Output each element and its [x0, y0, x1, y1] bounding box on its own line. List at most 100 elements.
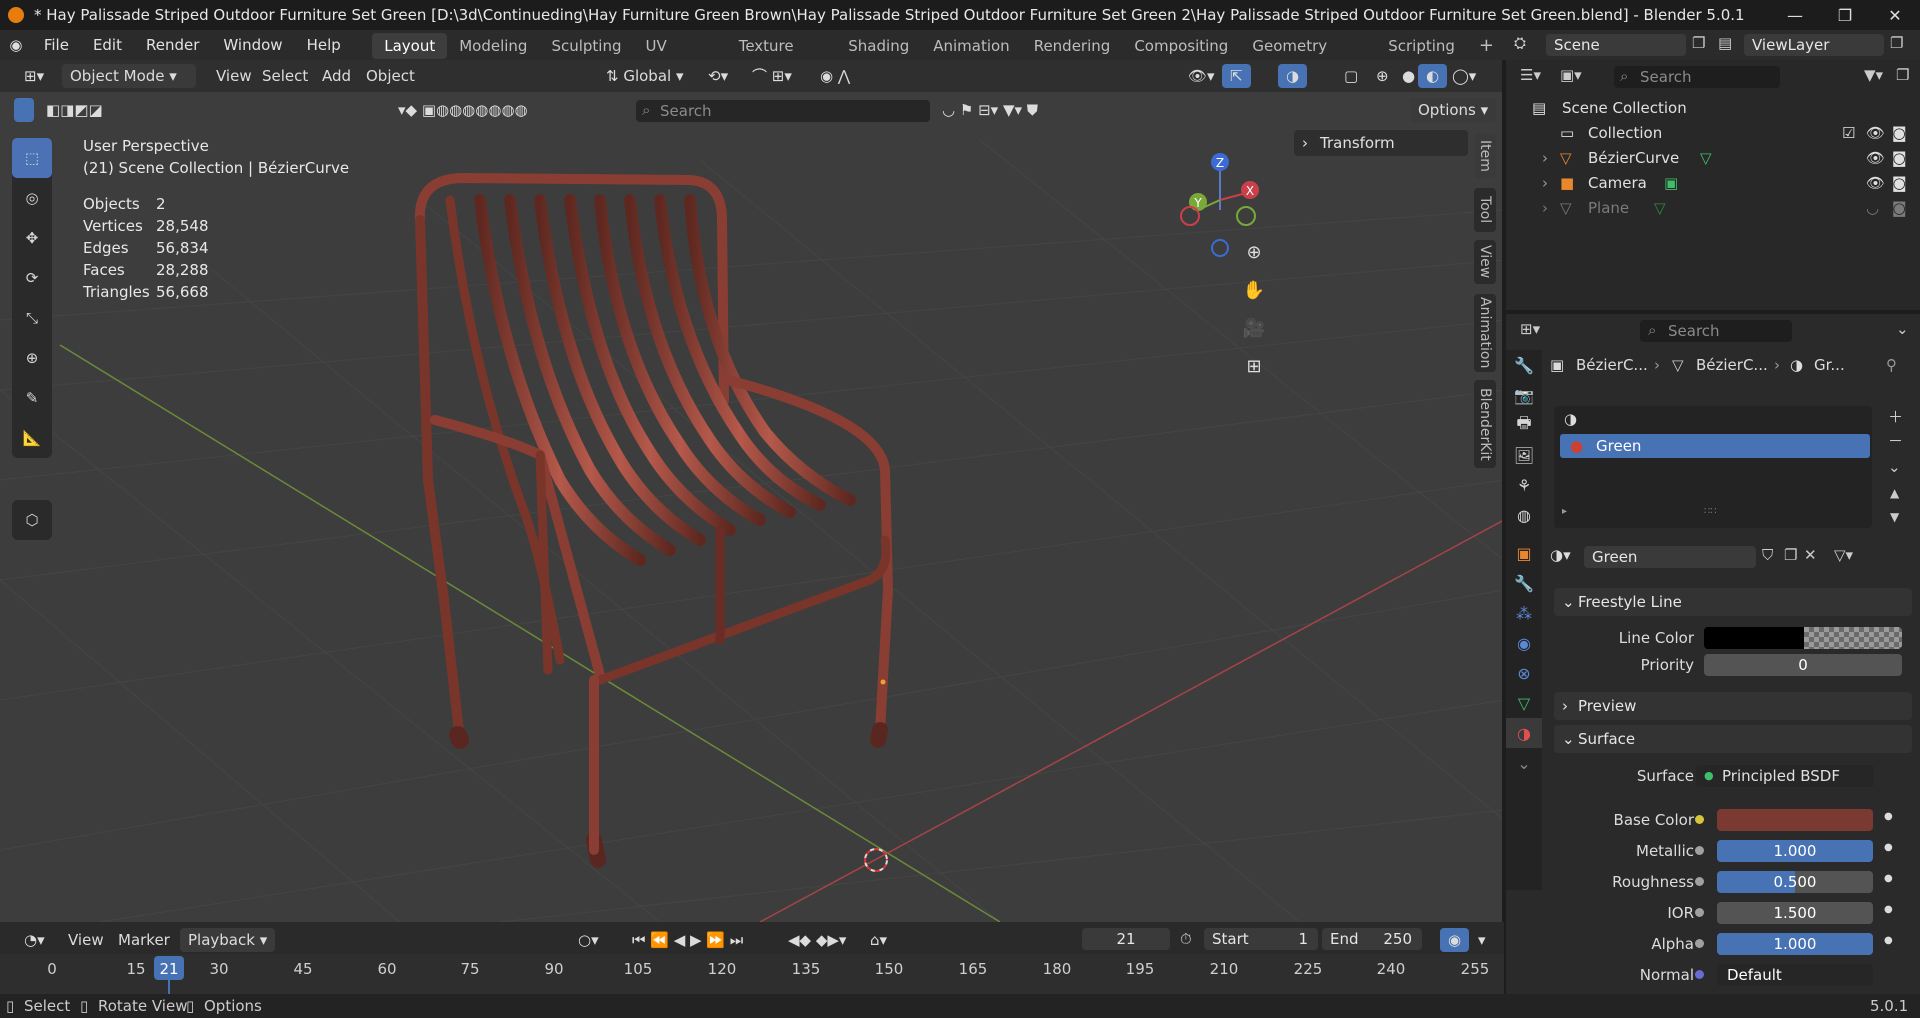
view-layer-icon[interactable]: ▤ [1718, 34, 1732, 52]
overlay-toggle-icon[interactable]: ◑ [1278, 64, 1308, 88]
menu-window[interactable]: Window [211, 30, 294, 60]
chevron-right-icon[interactable]: › [1542, 171, 1548, 196]
camera-view-icon[interactable]: 🎥 [1238, 312, 1270, 344]
xray-icon[interactable]: ▢ [1336, 64, 1366, 88]
playback-controls-icons[interactable]: ⏮ ⏪ ◀ ▶ ⏩ ⏭ [624, 928, 751, 952]
3d-viewport[interactable]: ⊞▾ Object Mode ▾ View Select Add Object … [0, 60, 1504, 922]
tab-tool[interactable]: Tool [1474, 188, 1496, 232]
chevron-right-icon[interactable]: › [1542, 146, 1548, 171]
tab-modeling[interactable]: Modeling [447, 33, 539, 59]
base-color-swatch[interactable] [1717, 809, 1873, 831]
eye-hidden-icon[interactable]: ◡ [1866, 196, 1879, 221]
float-socket-icon[interactable] [1695, 846, 1704, 855]
outliner-row-scene-collection[interactable]: ▤ Scene Collection [1506, 96, 1920, 121]
fake-user-shield-icon[interactable]: ⛉ [1762, 546, 1773, 564]
playback-dropdown[interactable]: Playback ▾ [180, 928, 276, 952]
particles-tab-icon[interactable]: ⁂ [1506, 598, 1542, 628]
select-box-icon[interactable] [14, 98, 34, 122]
eye-icon[interactable]: 👁 [1866, 146, 1885, 171]
view-layer-tab-icon[interactable]: 🖼 [1506, 440, 1542, 470]
maximize-button[interactable]: ❐ [1820, 0, 1870, 30]
chevron-down-icon[interactable]: ▾ [1470, 928, 1494, 952]
outliner-search-input[interactable]: Search [1614, 66, 1780, 88]
scene-icon[interactable]: ⛭ [1514, 34, 1526, 52]
data-tab-icon[interactable]: ▽ [1506, 688, 1542, 718]
line-color-swatch[interactable] [1704, 627, 1804, 649]
keying-set-icon[interactable]: ⌂▾ [862, 928, 895, 952]
keyframe-dot-icon[interactable]: ● [1884, 873, 1893, 884]
view-lock-icon[interactable]: ◉ [1440, 928, 1470, 952]
keyframe-dot-icon[interactable]: ● [1884, 842, 1893, 853]
tab-texture-paint[interactable]: Texture Paint [727, 33, 837, 81]
more-tabs-chevron-icon[interactable]: ⌄ [1506, 748, 1542, 778]
blender-menu-icon[interactable]: ◉ [0, 36, 32, 54]
tool-settings-icon[interactable]: 🔧 [1506, 350, 1542, 380]
eye-icon[interactable]: 👁 [1866, 171, 1885, 196]
view-layer-field[interactable]: ViewLayer [1744, 34, 1884, 56]
material-tab-icon[interactable]: ◑ [1506, 718, 1542, 748]
tab-geometry-nodes[interactable]: Geometry Nodes [1240, 33, 1376, 81]
tab-rendering[interactable]: Rendering [1022, 33, 1123, 59]
zoom-icon[interactable]: ⊕ [1238, 236, 1270, 268]
move-up-icon[interactable]: ▲ [1890, 486, 1899, 500]
clock-icon[interactable]: ⏱ [1180, 930, 1192, 948]
remove-slot-icon[interactable]: － [1888, 430, 1903, 451]
tab-animation[interactable]: Animation [921, 33, 1021, 59]
move-tool-icon[interactable]: ✥ [12, 218, 52, 258]
options-dropdown[interactable]: Options ▾ [1410, 98, 1497, 122]
object-tab-icon[interactable]: ▣ [1506, 538, 1542, 568]
select-menu[interactable]: Select [254, 64, 316, 88]
properties-search-input[interactable]: Search [1640, 320, 1792, 342]
camera-render-icon[interactable]: ◙ [1892, 196, 1907, 221]
scene-field[interactable]: Scene [1546, 34, 1686, 56]
add-slot-icon[interactable]: ＋ [1888, 406, 1903, 427]
keyframe-dot-icon[interactable]: ● [1884, 935, 1893, 946]
proportional-edit-icon[interactable]: ◉ ⋀ [812, 64, 858, 88]
tab-scripting[interactable]: Scripting [1376, 33, 1467, 59]
timeline-view-menu[interactable]: View [60, 928, 112, 952]
tab-layout[interactable]: Layout [372, 33, 448, 59]
end-frame-field[interactable]: End 250 [1322, 928, 1422, 950]
tab-uv-editing[interactable]: UV Editing [634, 33, 727, 81]
browse-material-icon[interactable]: ◑▾ [1550, 546, 1571, 564]
menu-help[interactable]: Help [295, 30, 353, 60]
keyframe-nav-icons[interactable]: ◀◆ ◆▶▾ [780, 928, 854, 952]
slot-menu-icon[interactable]: ⌄ [1888, 458, 1901, 476]
measure-tool-icon[interactable]: 📐 [12, 418, 52, 458]
menu-file[interactable]: File [32, 30, 81, 60]
float-socket-icon[interactable] [1695, 877, 1704, 886]
roughness-slider[interactable]: 0.500 [1717, 871, 1873, 893]
properties-type-icon[interactable]: ⊞▾ [1520, 320, 1540, 338]
color-socket-icon[interactable] [1695, 815, 1704, 824]
surface-shader-field[interactable]: ● Principled BSDF [1696, 765, 1874, 787]
outliner-row-collection[interactable]: ▭ Collection ☑ 👁 ◙ [1506, 121, 1920, 146]
add-menu[interactable]: Add [314, 64, 359, 88]
outliner-row-plane[interactable]: › ▽ Plane ▽ ◡ ◙ [1506, 196, 1920, 221]
eye-icon[interactable]: 👁 [1866, 121, 1885, 146]
constraints-tab-icon[interactable]: ⊗ [1506, 658, 1542, 688]
cursor-tool-icon[interactable]: ◎ [12, 178, 52, 218]
close-button[interactable]: ✕ [1870, 0, 1920, 30]
float-socket-icon[interactable] [1695, 939, 1704, 948]
material-slot-item[interactable]: ● Green [1560, 434, 1870, 458]
view-menu[interactable]: View [208, 64, 260, 88]
annotate-tool-icon[interactable]: ✎ [12, 378, 52, 418]
outliner-type-icon[interactable]: ☰▾ [1520, 66, 1541, 84]
chevron-right-icon[interactable]: › [1542, 196, 1548, 221]
line-alpha-swatch[interactable] [1804, 627, 1902, 649]
scale-tool-icon[interactable]: ⤡ [12, 298, 52, 338]
new-collection-icon[interactable]: ❐ [1896, 66, 1909, 84]
current-frame-field[interactable]: 21 [1082, 928, 1170, 950]
add-workspace-button[interactable]: + [1467, 33, 1506, 59]
outliner-row-beziercurve[interactable]: › ▽ BézierCurve ▽ 👁 ◙ [1506, 146, 1920, 171]
priority-field[interactable]: 0 [1704, 654, 1902, 676]
keyframe-dot-icon[interactable]: ● [1884, 904, 1893, 915]
tab-shading[interactable]: Shading [836, 33, 921, 59]
tab-sculpting[interactable]: Sculpting [539, 33, 633, 59]
tab-item[interactable]: Item [1474, 134, 1496, 178]
link-data-icon[interactable]: ▽▾ [1834, 546, 1853, 564]
menu-edit[interactable]: Edit [81, 30, 134, 60]
ior-field[interactable]: 1.500 [1717, 902, 1873, 924]
alpha-slider[interactable]: 1.000 [1717, 933, 1873, 955]
material-name-field[interactable]: Green [1584, 546, 1756, 568]
